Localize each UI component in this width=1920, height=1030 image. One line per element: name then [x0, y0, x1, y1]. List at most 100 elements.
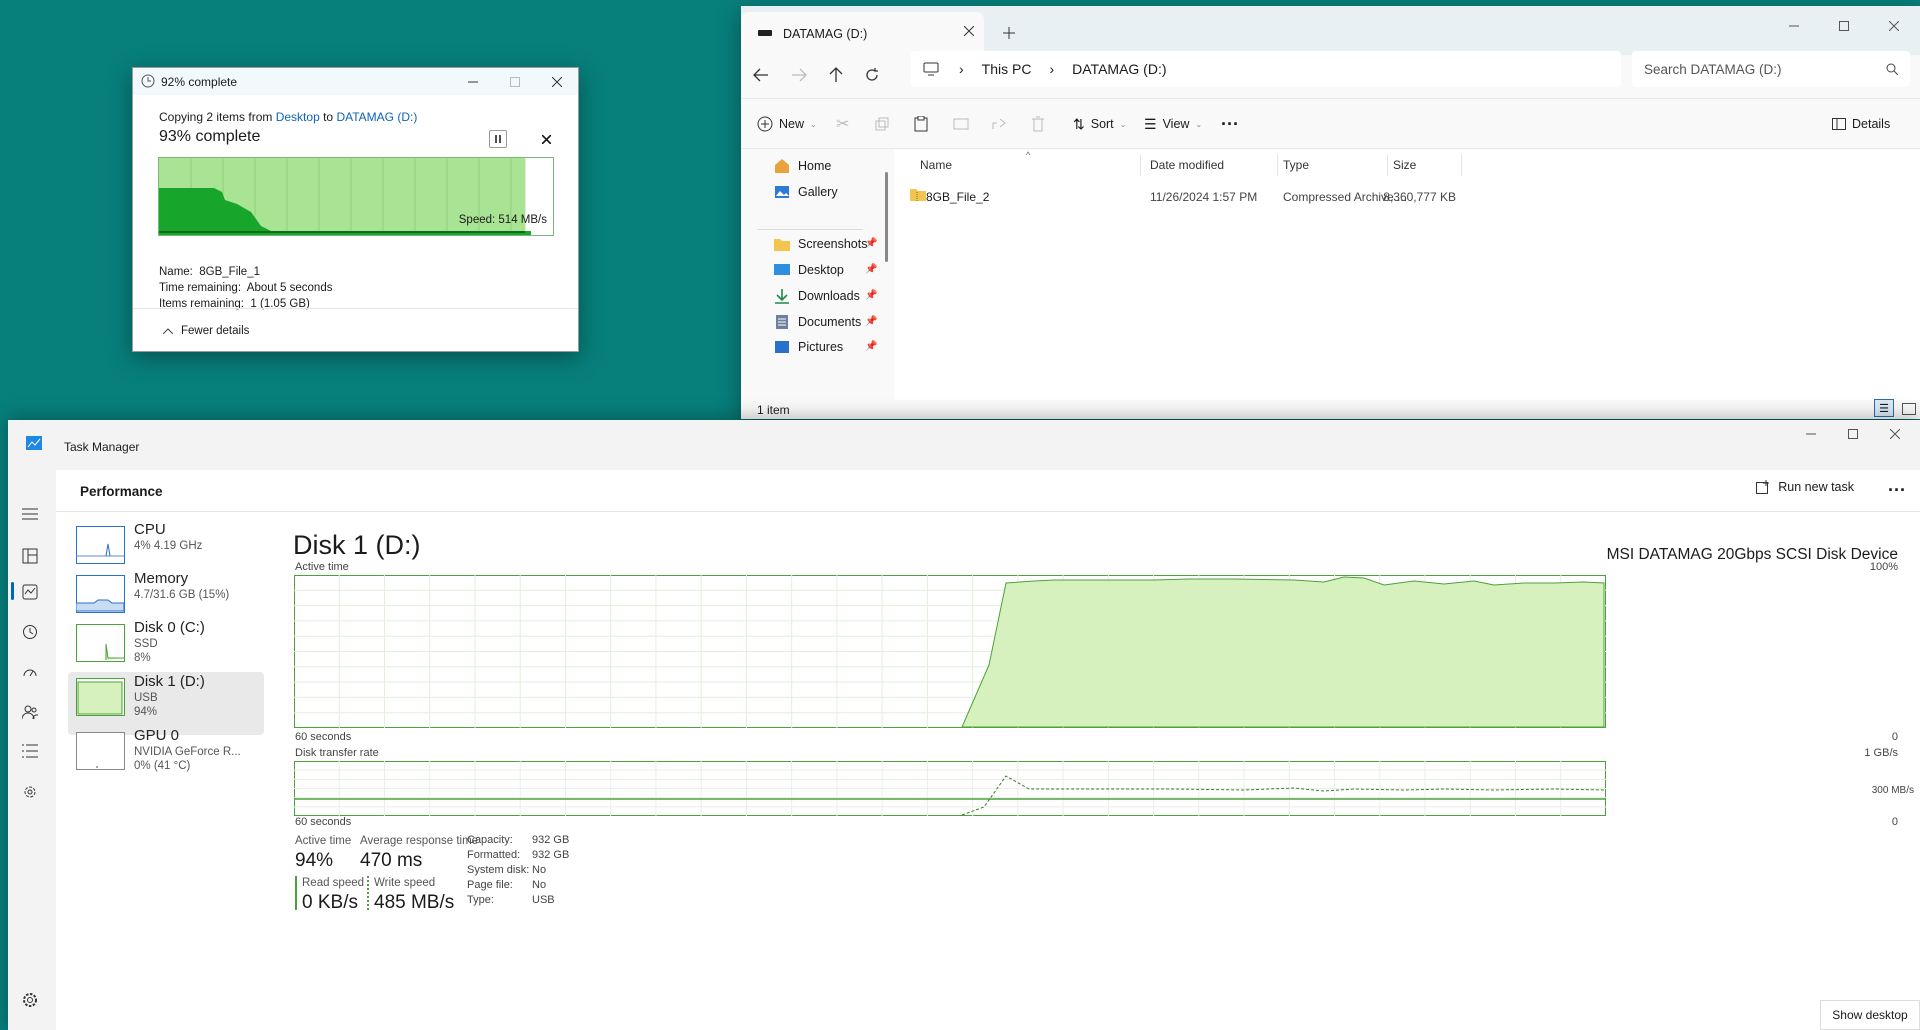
column-header-type[interactable]: Type	[1283, 158, 1309, 172]
maximize-button[interactable]	[1832, 420, 1874, 448]
title-bar: 92% complete	[133, 68, 578, 95]
column-header-size[interactable]: Size	[1393, 158, 1416, 172]
copy-icon[interactable]	[875, 109, 889, 139]
hamburger-menu-icon[interactable]	[22, 508, 38, 520]
pause-button[interactable]	[489, 130, 507, 148]
to-word: to	[323, 110, 334, 124]
back-arrow-icon[interactable]	[753, 68, 769, 82]
device-sparkline	[76, 526, 125, 564]
startup-apps-icon[interactable]	[22, 664, 38, 680]
column-header-date[interactable]: Date modified	[1150, 158, 1224, 172]
copy-description: Copying 2 items from Desktop to DATAMAG …	[159, 110, 417, 124]
property-label: Capacity:	[467, 834, 513, 846]
column-separator[interactable]	[1277, 154, 1278, 176]
run-task-icon	[1756, 480, 1770, 494]
clock-icon	[141, 74, 155, 88]
cancel-copy-button[interactable]	[537, 130, 555, 148]
fewer-details-button[interactable]: Fewer details	[163, 325, 249, 337]
command-bar: New ⌄ ✂ ⇅ Sort ⌄ ☰ View ⌄ ··· Details	[741, 98, 1920, 149]
cut-icon[interactable]: ✂	[836, 109, 849, 139]
copy-speed-graph: Speed: 514 MB/s	[158, 157, 554, 236]
maximize-button[interactable]	[1823, 6, 1865, 46]
delete-icon[interactable]	[1031, 109, 1045, 139]
minimize-button[interactable]	[1773, 6, 1815, 46]
more-options-icon[interactable]: ···	[1888, 480, 1906, 501]
fewer-details-label: Fewer details	[181, 325, 250, 337]
view-button[interactable]: ☰ View ⌄	[1144, 109, 1202, 139]
share-icon[interactable]	[992, 109, 1008, 139]
tab-datamag[interactable]: DATAMAG (D:)	[741, 12, 984, 55]
performance-icon[interactable]	[22, 584, 38, 600]
active-time-graph-label: Active time	[295, 561, 349, 573]
breadcrumb-drive[interactable]: DATAMAG (D:)	[1072, 61, 1166, 77]
chevron-down-icon: ⌄	[810, 119, 817, 129]
device-usage: 0% (41 °C)	[134, 760, 191, 772]
nav-item-label: Pictures	[798, 340, 844, 354]
paste-icon[interactable]	[914, 109, 928, 139]
device-detail: 4% 4.19 GHz	[134, 540, 203, 552]
sort-icon: ⇅	[1073, 115, 1085, 132]
nav-item-screenshots[interactable]: Screenshots	[774, 236, 867, 252]
column-separator[interactable]	[1140, 154, 1141, 176]
app-history-icon[interactable]	[22, 624, 38, 640]
close-tab-icon[interactable]	[964, 26, 974, 36]
close-button[interactable]	[536, 68, 578, 95]
view-list-icon: ☰	[1144, 115, 1157, 132]
column-separator[interactable]	[1387, 154, 1388, 176]
device-name: Disk 1 (D:)	[134, 673, 205, 690]
details-pane-icon	[1832, 118, 1846, 130]
nav-item-label: Home	[798, 159, 832, 173]
details-view-icon[interactable]: ☰	[1874, 399, 1894, 417]
minimize-button[interactable]	[452, 68, 494, 95]
address-bar[interactable]: › This PC › DATAMAG (D:)	[911, 51, 1621, 87]
forward-arrow-icon[interactable]	[791, 68, 807, 82]
nav-item-home[interactable]: Home	[774, 158, 831, 174]
close-button[interactable]	[1874, 420, 1916, 448]
destination-link[interactable]: DATAMAG (D:)	[336, 110, 417, 124]
nav-scrollbar[interactable]	[885, 172, 888, 262]
tiles-view-icon[interactable]	[1902, 403, 1916, 415]
pin-icon: 📌	[865, 316, 878, 327]
nav-item-desktop[interactable]: Desktop	[774, 262, 844, 278]
active-time-duration: 60 seconds	[295, 731, 352, 743]
details-pane-button[interactable]: Details	[1832, 109, 1890, 139]
search-input[interactable]: Search DATAMAG (D:)	[1632, 51, 1910, 87]
breadcrumb-this-pc[interactable]: This PC	[982, 61, 1032, 77]
column-separator[interactable]	[1461, 154, 1462, 176]
rename-icon[interactable]	[953, 109, 969, 139]
settings-gear-icon[interactable]	[22, 992, 38, 1008]
side-rail	[8, 462, 56, 1030]
run-new-task-button[interactable]: Run new task	[1756, 480, 1854, 494]
new-tab-icon[interactable]	[1003, 27, 1015, 39]
file-explorer-window: DATAMAG (D:) › This PC › DATAMAG (D:) Se…	[741, 6, 1920, 419]
refresh-icon[interactable]	[865, 68, 879, 82]
device-detail: USB	[134, 692, 158, 704]
more-options-icon[interactable]: ···	[1221, 109, 1239, 139]
processes-icon[interactable]	[22, 548, 38, 564]
show-desktop-button[interactable]: Show desktop	[1820, 1000, 1920, 1030]
column-header-name[interactable]: Name	[920, 158, 952, 172]
active-time-graph	[294, 575, 1606, 728]
source-link[interactable]: Desktop	[276, 110, 320, 124]
services-icon[interactable]	[22, 784, 38, 800]
users-icon[interactable]	[22, 704, 38, 720]
property-label: Formatted:	[467, 849, 521, 861]
nav-item-downloads[interactable]: Downloads	[774, 288, 860, 304]
minimize-button[interactable]	[1790, 420, 1832, 448]
home-icon	[774, 158, 790, 174]
file-list: ^ Name Date modified Type Size 8GB_File_…	[894, 150, 1920, 400]
maximize-button[interactable]	[494, 68, 536, 95]
sort-button[interactable]: ⇅ Sort ⌄	[1073, 109, 1126, 139]
nav-item-pictures[interactable]: Pictures	[774, 339, 843, 355]
plus-circle-icon	[757, 116, 773, 132]
device-sparkline	[76, 678, 125, 716]
transfer-rate-graph	[294, 761, 1606, 816]
device-usage: 94%	[134, 706, 158, 718]
nav-item-gallery[interactable]: Gallery	[774, 184, 838, 200]
details-list-icon[interactable]	[22, 744, 38, 758]
new-button[interactable]: New ⌄	[757, 109, 817, 139]
up-arrow-icon[interactable]	[829, 67, 843, 83]
device-item-gpu-0[interactable]: GPU 0 NVIDIA GeForce R... 0% (41 °C)	[68, 726, 264, 789]
nav-item-documents[interactable]: Documents	[774, 314, 861, 330]
close-button[interactable]	[1873, 6, 1915, 46]
